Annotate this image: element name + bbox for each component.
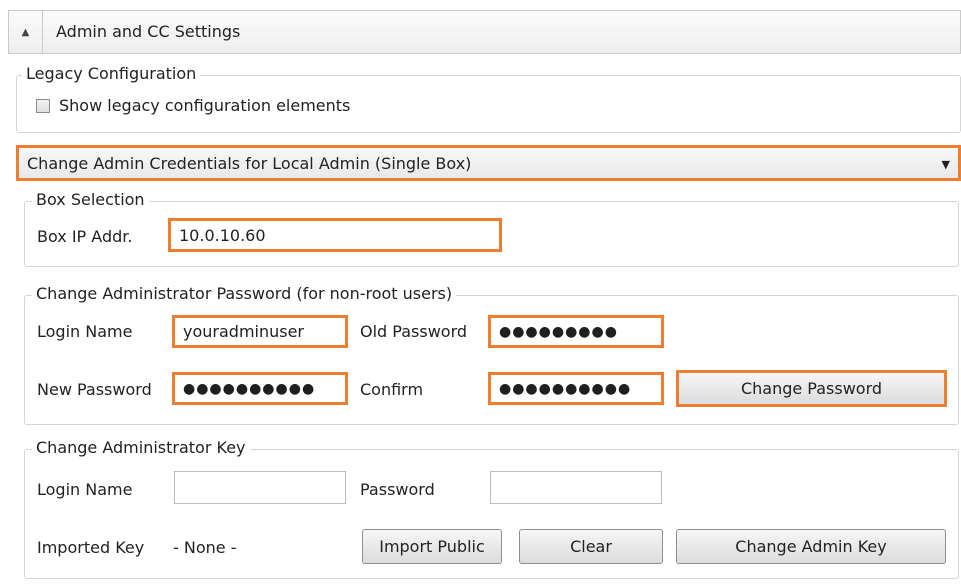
key-login-name-input[interactable] bbox=[174, 471, 346, 504]
key-login-name-label: Login Name bbox=[37, 480, 133, 499]
collapse-icon[interactable]: ▲ bbox=[9, 11, 43, 53]
login-name-input[interactable]: youradminuser bbox=[172, 315, 348, 348]
show-legacy-label[interactable]: Show legacy configuration elements bbox=[59, 96, 350, 115]
legacy-configuration-legend: Legacy Configuration bbox=[22, 64, 201, 83]
new-password-label: New Password bbox=[37, 380, 152, 399]
new-password-input[interactable]: ●●●●●●●●●● bbox=[172, 372, 348, 405]
confirm-label: Confirm bbox=[360, 380, 424, 399]
section-title: Admin and CC Settings bbox=[56, 22, 241, 41]
key-password-label: Password bbox=[360, 480, 435, 499]
mode-dropdown-value: Change Admin Credentials for Local Admin… bbox=[27, 153, 472, 173]
confirm-password-input[interactable]: ●●●●●●●●●● bbox=[488, 372, 664, 405]
change-admin-key-button[interactable]: Change Admin Key bbox=[676, 529, 946, 564]
old-password-label: Old Password bbox=[360, 322, 468, 341]
clear-button[interactable]: Clear bbox=[519, 529, 663, 564]
old-password-input[interactable]: ●●●●●●●●● bbox=[488, 315, 664, 348]
section-header: ▲ Admin and CC Settings bbox=[8, 10, 961, 54]
chevron-down-icon: ▼ bbox=[941, 158, 950, 171]
import-public-button[interactable]: Import Public bbox=[362, 529, 502, 564]
box-ip-input[interactable]: 10.0.10.60 bbox=[168, 218, 502, 252]
key-password-input[interactable] bbox=[490, 471, 662, 504]
change-key-legend: Change Administrator Key bbox=[32, 438, 250, 457]
show-legacy-checkbox[interactable] bbox=[36, 99, 50, 113]
login-name-label: Login Name bbox=[37, 322, 133, 341]
box-ip-label: Box IP Addr. bbox=[37, 227, 133, 246]
imported-key-value: - None - bbox=[173, 538, 237, 557]
imported-key-label: Imported Key bbox=[37, 538, 145, 557]
box-selection-legend: Box Selection bbox=[32, 190, 149, 209]
mode-dropdown[interactable]: Change Admin Credentials for Local Admin… bbox=[16, 145, 961, 181]
change-password-legend: Change Administrator Password (for non-r… bbox=[32, 284, 457, 303]
change-password-button[interactable]: Change Password bbox=[676, 370, 947, 407]
